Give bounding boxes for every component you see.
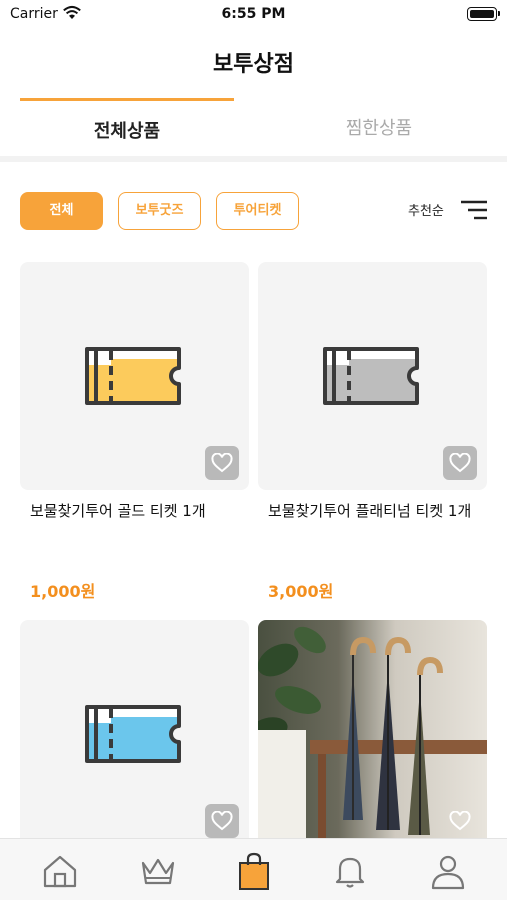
product-thumbnail[interactable] [258,262,487,490]
product-price: 1,000원 [30,582,96,601]
product-name: 보물찾기투어 골드 티켓 1개 [30,502,206,520]
product-thumbnail[interactable] [20,620,249,848]
crown-icon [141,858,175,885]
bottom-navigation [0,838,507,900]
home-icon [43,855,77,888]
page-title: 보투상점 [213,52,294,77]
sort-label[interactable]: 추천순 [408,200,444,219]
shopping-bag-icon [239,852,269,890]
tab-bar: 전체상품 찜한상품 [0,98,507,158]
heart-icon [449,453,471,473]
divider [0,156,507,162]
heart-icon [449,811,471,831]
heart-icon [211,811,233,831]
platinum-ticket-icon [323,347,419,405]
nav-ranking[interactable] [138,851,178,891]
tab-all-products[interactable]: 전체상품 [20,98,234,158]
battery-icon [467,7,500,21]
wishlist-button[interactable] [443,804,477,838]
heart-icon [211,453,233,473]
wishlist-button[interactable] [205,804,239,838]
bell-icon [335,857,365,888]
profile-icon [431,855,465,890]
product-thumbnail[interactable] [258,620,487,848]
tab-wishlist[interactable]: 찜한상품 [272,98,486,158]
nav-shop[interactable] [234,851,274,891]
blue-ticket-icon [85,705,181,763]
filter-chip-all[interactable]: 전체 [20,192,103,230]
nav-home[interactable] [40,851,80,891]
product-name: 보물찾기투어 플래티넘 티켓 1개 [268,502,472,520]
nav-notifications[interactable] [330,851,370,891]
sort-icon[interactable] [460,198,488,222]
gold-ticket-icon [85,347,181,405]
status-bar: Carrier 6:55 PM [0,0,507,28]
clock: 6:55 PM [221,6,286,22]
product-thumbnail[interactable] [20,262,249,490]
product-price: 3,000원 [268,582,334,601]
filter-chip-goods[interactable]: 보투굿즈 [118,192,201,230]
wishlist-button[interactable] [205,446,239,480]
nav-profile[interactable] [428,851,468,891]
filter-chip-tickets[interactable]: 투어티켓 [216,192,299,230]
wishlist-button[interactable] [443,446,477,480]
